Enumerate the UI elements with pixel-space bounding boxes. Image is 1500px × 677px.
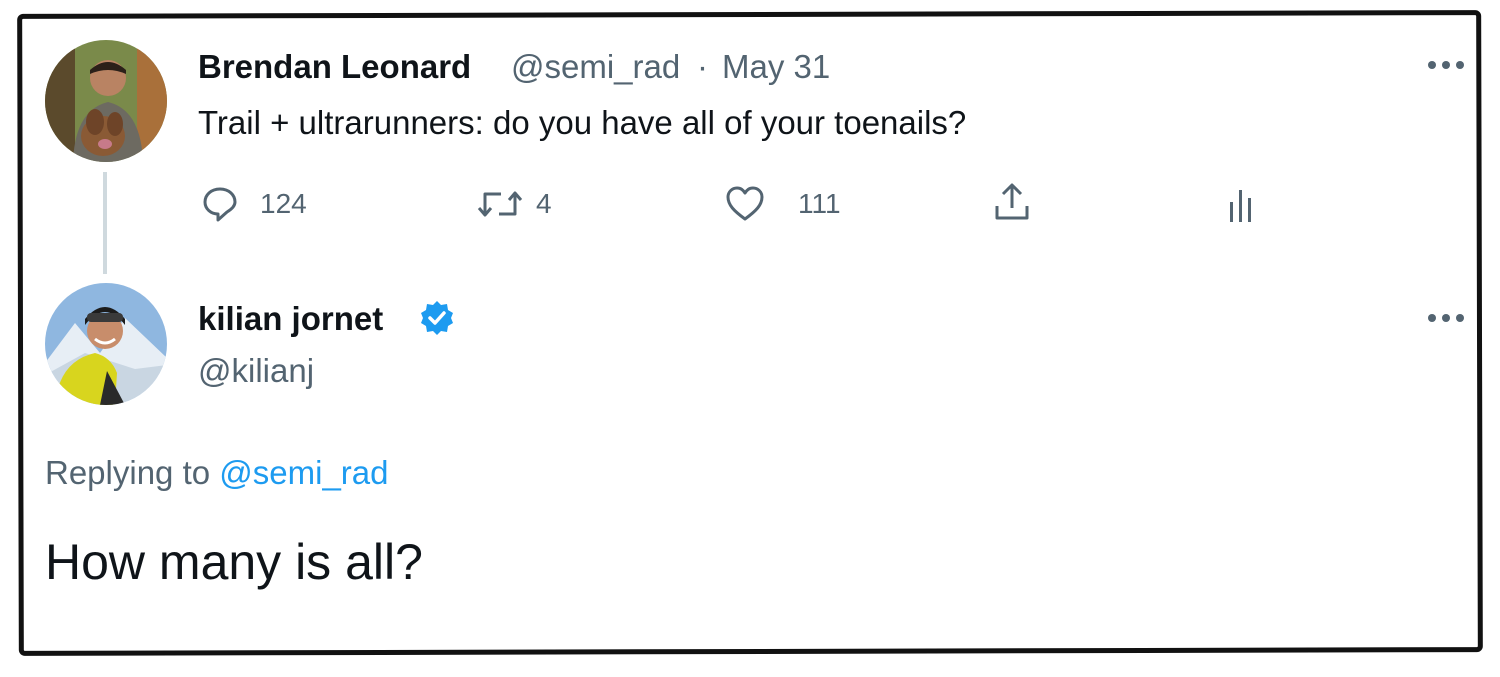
more-options-icon [1428, 314, 1464, 322]
like-count: 111 [798, 188, 841, 219]
reply-icon [203, 187, 237, 222]
reply-button[interactable]: 124 [200, 182, 307, 226]
tweet-date[interactable]: May 31 [722, 48, 830, 86]
author-handle[interactable]: @semi_rad [511, 48, 680, 86]
retweet-icon [477, 191, 523, 217]
verified-badge-icon [421, 301, 453, 335]
analytics-button[interactable] [1226, 182, 1256, 226]
reply-author-name[interactable]: kilian jornet [198, 300, 383, 338]
avatar-image [45, 283, 167, 405]
avatar-kilian-jornet[interactable] [45, 283, 167, 405]
tweet-thread: Brendan Leonard @semi_rad · May 31 Trail… [0, 0, 1500, 677]
heart-icon [726, 186, 764, 221]
more-options-button[interactable] [1424, 58, 1468, 72]
meta-separator: · [697, 48, 708, 85]
replying-to-line: Replying to @semi_rad [45, 454, 389, 492]
share-icon [995, 183, 1029, 220]
verified-badge [418, 299, 456, 337]
reply-author-handle[interactable]: @kilianj [198, 352, 314, 390]
tweet-text: Trail + ultrarunners: do you have all of… [198, 104, 967, 141]
analytics-icon [1230, 190, 1251, 222]
retweet-button[interactable]: 4 [476, 182, 552, 226]
thread-connector-line [103, 172, 107, 274]
author-name[interactable]: Brendan Leonard [198, 48, 471, 86]
reply-count: 124 [260, 188, 307, 219]
avatar-image [45, 40, 167, 162]
replying-to-handle-link[interactable]: @semi_rad [219, 454, 388, 491]
share-button[interactable] [992, 180, 1032, 224]
reply-text: How many is all? [45, 534, 423, 590]
avatar-brendan-leonard[interactable] [45, 40, 167, 162]
retweet-count: 4 [536, 188, 552, 219]
replying-to-label: Replying to [45, 454, 211, 491]
like-button[interactable]: 111 [724, 182, 841, 226]
reply-more-options-button[interactable] [1424, 311, 1468, 325]
more-options-icon [1428, 61, 1464, 69]
